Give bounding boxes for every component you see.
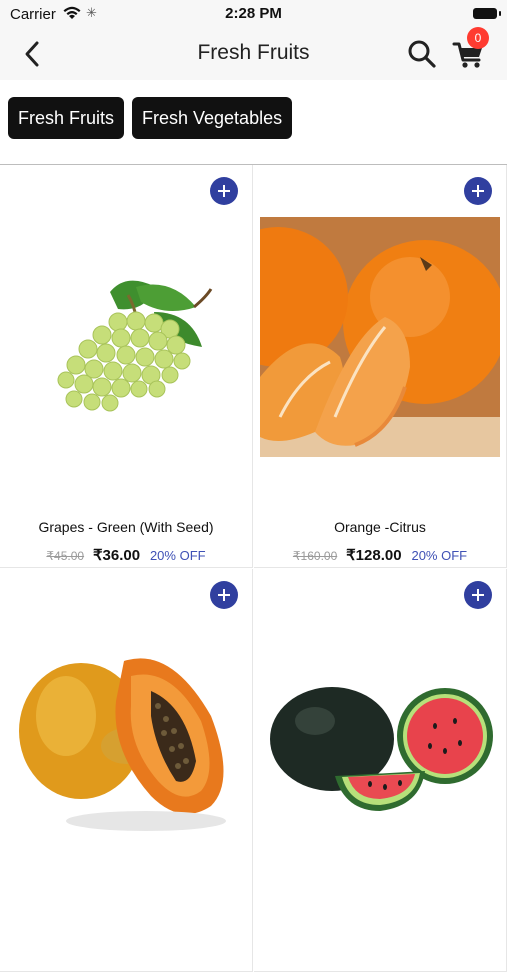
product-card[interactable]: Orange -Citrus ₹160.00 ₹128.00 20% OFF bbox=[254, 165, 507, 568]
status-time: 2:28 PM bbox=[225, 5, 282, 22]
orange-image bbox=[260, 217, 500, 457]
category-chip-fresh-vegetables[interactable]: Fresh Vegetables bbox=[132, 97, 293, 139]
product-grid: Grapes - Green (With Seed) ₹45.00 ₹36.00… bbox=[0, 165, 507, 972]
category-chip-fresh-fruits[interactable]: Fresh Fruits bbox=[8, 97, 125, 139]
status-bar: Carrier ✳ 2:28 PM bbox=[0, 0, 507, 28]
grapes-image bbox=[57, 280, 213, 412]
papaya-image bbox=[19, 658, 226, 831]
product-card[interactable]: Grapes - Green (With Seed) ₹45.00 ₹36.00… bbox=[0, 165, 253, 568]
navigation-bar: Fresh Fruits 0 bbox=[0, 27, 507, 80]
add-to-cart-button[interactable] bbox=[210, 177, 238, 205]
sale-price: ₹128.00 bbox=[346, 547, 402, 564]
price-row: ₹45.00 ₹36.00 20% OFF bbox=[0, 546, 252, 564]
add-to-cart-button[interactable] bbox=[464, 177, 492, 205]
sale-price: ₹36.00 bbox=[92, 547, 141, 564]
add-to-cart-button[interactable] bbox=[210, 581, 238, 609]
battery-icon bbox=[473, 8, 501, 19]
original-price: ₹160.00 bbox=[292, 549, 338, 563]
product-name: Orange -Citrus bbox=[334, 519, 426, 535]
category-tabs: Fresh Fruits Fresh Vegetables bbox=[0, 80, 507, 165]
discount-label: 20% OFF bbox=[411, 548, 468, 563]
price-row bbox=[254, 950, 506, 967]
search-button[interactable] bbox=[406, 38, 438, 70]
product-card[interactable] bbox=[254, 569, 507, 972]
watermelon-image bbox=[270, 687, 493, 811]
original-price: ₹45.00 bbox=[46, 549, 85, 563]
price-row bbox=[0, 950, 252, 967]
discount-label: 20% OFF bbox=[149, 548, 206, 563]
cart-count-badge: 0 bbox=[467, 27, 489, 49]
search-icon bbox=[408, 40, 436, 68]
product-name: Grapes - Green (With Seed) bbox=[38, 519, 214, 535]
product-card[interactable] bbox=[0, 569, 253, 972]
price-row: ₹160.00 ₹128.00 20% OFF bbox=[254, 546, 506, 564]
add-to-cart-button[interactable] bbox=[464, 581, 492, 609]
